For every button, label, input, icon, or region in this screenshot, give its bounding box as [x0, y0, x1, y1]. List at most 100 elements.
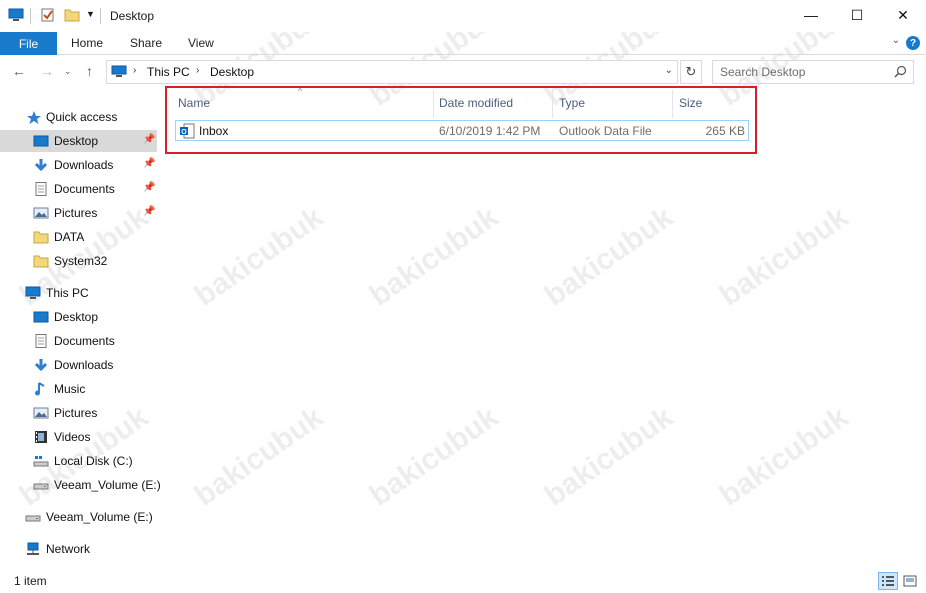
downloads-icon	[34, 159, 48, 172]
large-icons-view-button[interactable]	[900, 572, 920, 590]
sidebar-label: Veeam_Volume (E:)	[46, 510, 153, 524]
sidebar-item-quick-access[interactable]: Quick access	[0, 106, 157, 128]
file-size: 265 KB	[705, 124, 745, 138]
ribbon-tabs: File Home Share View ⌄ ?	[0, 32, 926, 55]
sidebar-label: Pictures	[54, 406, 98, 420]
properties-icon[interactable]	[40, 8, 56, 22]
column-divider[interactable]	[672, 90, 673, 118]
sidebar-item-pc-desktop[interactable]: Desktop	[0, 306, 157, 328]
computer-icon	[111, 65, 127, 77]
search-icon[interactable]	[894, 65, 907, 78]
music-icon	[35, 382, 45, 396]
title-bar: ▼ Desktop — ☐ ✕	[0, 0, 926, 32]
sidebar-label: Pictures	[54, 206, 98, 220]
navigation-pane: Quick access Desktop 📌 Downloads 📌 Docum…	[0, 104, 161, 568]
file-row[interactable]: O Inbox 6/10/2019 1:42 PM Outlook Data F…	[175, 120, 749, 141]
up-arrow-icon[interactable]: ↑	[86, 63, 93, 79]
sidebar-label: This PC	[46, 286, 89, 300]
pictures-icon	[33, 207, 49, 219]
computer-icon[interactable]	[8, 8, 24, 22]
close-button[interactable]: ✕	[880, 0, 926, 30]
tab-share[interactable]: Share	[130, 36, 162, 50]
sidebar-item-local-disk[interactable]: Local Disk (C:)	[0, 450, 157, 472]
pin-icon[interactable]: 📌	[143, 158, 155, 169]
separator	[100, 8, 101, 24]
status-bar: 1 item	[0, 570, 926, 593]
sidebar-item-data[interactable]: DATA	[0, 226, 157, 248]
sidebar-item-pictures[interactable]: Pictures 📌	[0, 202, 157, 224]
forward-arrow-icon[interactable]: →	[40, 63, 54, 79]
local-disk-icon	[33, 456, 49, 467]
sidebar-item-pc-downloads[interactable]: Downloads	[0, 354, 157, 376]
desktop-icon	[33, 135, 49, 147]
sidebar-item-pc-videos[interactable]: Videos	[0, 426, 157, 448]
sidebar-item-pc-pictures[interactable]: Pictures	[0, 402, 157, 424]
tab-file[interactable]: File	[0, 32, 57, 55]
help-icon[interactable]: ?	[906, 36, 920, 50]
column-divider[interactable]	[552, 90, 553, 118]
sidebar-item-network[interactable]: Network	[0, 538, 157, 560]
sidebar-label: Downloads	[54, 158, 114, 172]
sidebar-item-this-pc[interactable]: This PC	[0, 282, 157, 304]
tab-home[interactable]: Home	[71, 36, 103, 50]
large-icons-view-icon	[903, 575, 917, 587]
file-name: Inbox	[199, 124, 229, 138]
maximize-button[interactable]: ☐	[834, 0, 880, 30]
sidebar-item-pc-music[interactable]: Music	[0, 378, 157, 400]
details-view-icon	[882, 576, 894, 586]
sidebar-label: Veeam_Volume (E:)	[54, 478, 161, 492]
new-folder-icon[interactable]	[64, 8, 80, 22]
sidebar-label: Videos	[54, 430, 91, 444]
file-type: Outlook Data File	[559, 124, 652, 138]
sidebar-item-system32[interactable]: System32	[0, 250, 157, 272]
documents-icon	[35, 334, 47, 348]
sidebar-item-documents[interactable]: Documents 📌	[0, 178, 157, 200]
back-arrow-icon[interactable]: ←	[12, 63, 26, 79]
sidebar-item-drive[interactable]: Veeam_Volume (E:)	[0, 506, 157, 528]
chevron-down-icon[interactable]: ⌄	[892, 35, 900, 46]
sidebar-item-desktop[interactable]: Desktop 📌	[0, 130, 157, 152]
sidebar-label: System32	[54, 254, 108, 268]
item-count: 1 item	[14, 574, 47, 588]
sort-ascending-icon: ^	[298, 86, 303, 96]
folder-icon	[33, 231, 49, 244]
details-view-button[interactable]	[878, 572, 898, 590]
breadcrumb-desktop[interactable]: Desktop	[210, 65, 254, 79]
computer-icon	[25, 286, 41, 299]
recent-locations-icon[interactable]: ⌄	[64, 66, 72, 77]
sidebar-label: Music	[54, 382, 86, 396]
tab-view[interactable]: View	[188, 36, 214, 50]
column-header-type[interactable]: Type	[559, 96, 585, 110]
minimize-button[interactable]: —	[788, 0, 834, 30]
navigation-bar: ← → ⌄ ↑ › This PC › Desktop ⌄ ↻ Search D…	[0, 56, 926, 88]
address-bar[interactable]: › This PC › Desktop ⌄	[106, 60, 678, 84]
star-icon	[27, 111, 41, 124]
pin-icon[interactable]: 📌	[143, 134, 155, 145]
search-input[interactable]: Search Desktop	[712, 60, 914, 84]
svg-text:O: O	[181, 129, 187, 136]
customize-toolbar-icon[interactable]: ▼	[86, 9, 95, 19]
pin-icon[interactable]: 📌	[143, 182, 155, 193]
sidebar-item-downloads[interactable]: Downloads 📌	[0, 154, 157, 176]
refresh-button[interactable]: ↻	[680, 60, 702, 84]
column-divider[interactable]	[433, 90, 434, 118]
breadcrumb-this-pc[interactable]: This PC	[147, 65, 190, 79]
column-header-size[interactable]: Size	[679, 96, 702, 110]
file-list: ^ Name Date modified Type Size O Inbox 6…	[165, 86, 926, 566]
sidebar-label: DATA	[54, 230, 85, 244]
column-header-name[interactable]: Name	[178, 96, 210, 110]
sidebar-label: Documents	[54, 182, 115, 196]
separator	[30, 8, 31, 24]
chevron-right-icon[interactable]: ›	[196, 65, 199, 76]
sidebar-label: Network	[46, 542, 91, 556]
sidebar-item-veeam-volume[interactable]: Veeam_Volume (E:)	[0, 474, 161, 496]
column-header-date-modified[interactable]: Date modified	[439, 96, 513, 110]
sidebar-label: Downloads	[54, 358, 114, 372]
sidebar-label: Documents	[54, 334, 115, 348]
sidebar-label: Local Disk (C:)	[54, 454, 133, 468]
sidebar-item-pc-documents[interactable]: Documents	[0, 330, 157, 352]
chevron-right-icon[interactable]: ›	[133, 65, 136, 76]
chevron-down-icon[interactable]: ⌄	[665, 65, 673, 76]
pin-icon[interactable]: 📌	[143, 206, 155, 217]
sidebar-label: Desktop	[54, 134, 99, 148]
